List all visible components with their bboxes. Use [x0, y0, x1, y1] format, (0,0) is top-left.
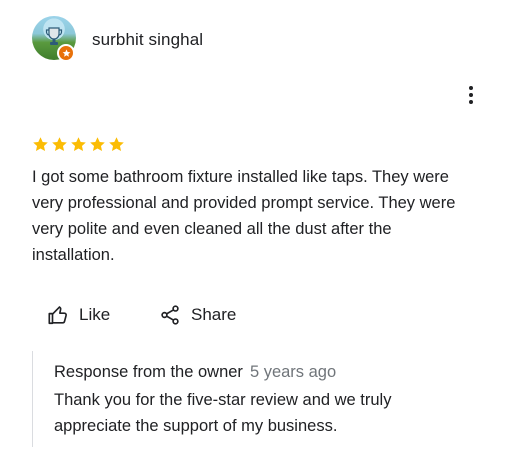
owner-response-title: Response from the owner — [54, 363, 243, 381]
star-icon — [71, 137, 86, 152]
share-button[interactable]: Share — [159, 304, 236, 326]
thumbs-up-icon — [48, 306, 67, 325]
reviewer-name[interactable]: surbhit singhal — [92, 30, 203, 50]
owner-response-text: Thank you for the five-star review and w… — [54, 391, 392, 435]
more-options-button[interactable] — [462, 84, 480, 106]
share-icon — [161, 305, 179, 325]
like-button[interactable]: Like — [47, 304, 110, 326]
star-icon — [109, 137, 124, 152]
dot — [469, 93, 473, 97]
star-icon — [90, 137, 105, 152]
owner-response: Response from the owner 5 years ago Thank… — [32, 351, 473, 447]
star-icon — [33, 137, 48, 152]
dot — [469, 100, 473, 104]
owner-response-header: Response from the owner 5 years ago — [54, 363, 336, 382]
review-text: I got some bathroom fixture installed li… — [32, 168, 456, 264]
local-guide-badge-icon — [57, 44, 75, 62]
like-label: Like — [79, 305, 111, 324]
star-rating — [32, 136, 125, 153]
share-label: Share — [191, 305, 237, 324]
owner-response-time: 5 years ago — [249, 363, 337, 381]
star-icon — [52, 137, 67, 152]
trophy-icon — [45, 27, 63, 45]
dot — [469, 86, 473, 90]
review-card: surbhit singhal I got some bathroom fixt… — [0, 0, 513, 455]
